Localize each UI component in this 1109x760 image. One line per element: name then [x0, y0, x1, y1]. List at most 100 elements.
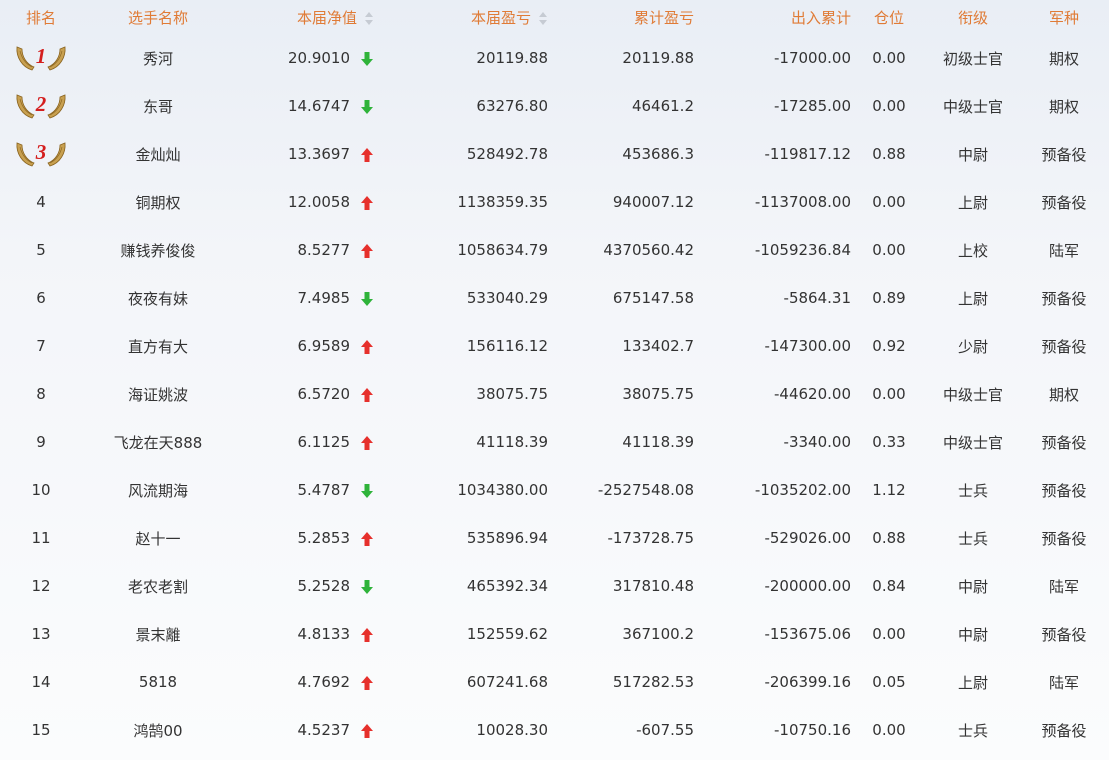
cell-player-name[interactable]: 飞龙在天888: [82, 418, 234, 466]
cell-flow: -1137008.00: [754, 193, 851, 211]
cell-flow: -17000.00: [774, 49, 851, 67]
col-header-nav-label: 本届净值: [296, 8, 357, 27]
cell-player-name[interactable]: 金灿灿: [82, 130, 234, 178]
cell-branch: 期权: [1048, 49, 1079, 68]
cell-nav: 4.5237: [234, 706, 374, 754]
cell-flow: -1059236.84: [754, 241, 851, 259]
nav-value: 5.4787: [297, 481, 351, 499]
cell-branch: 预备役: [1041, 481, 1087, 500]
cell-branch: 预备役: [1041, 145, 1087, 164]
table-row[interactable]: 10 风流期海 5.4787 1034380.00 -2527548.08 -103520…: [0, 466, 1109, 514]
cell-player-name[interactable]: 赚钱养俊俊: [82, 226, 234, 274]
cell-player-name[interactable]: 海证姚波: [82, 370, 234, 418]
cell-position: 0.05: [872, 673, 906, 691]
rank-number: 2: [35, 92, 47, 116]
medal-wings-icon: 3: [14, 139, 68, 169]
table-row[interactable]: 5 赚钱养俊俊 8.5277 1058634.79 4370560.42 -1059236…: [0, 226, 1109, 274]
nav-value: 20.9010: [287, 49, 350, 67]
cell-player-name[interactable]: 铜期权: [82, 178, 234, 226]
table-row[interactable]: 1 秀河 20.9010 20119.88 20119.88 -17000.00 0.00 初…: [0, 34, 1109, 82]
cell-rank: 5: [36, 241, 46, 259]
cell-profit: 535896.94: [466, 529, 548, 547]
table-row[interactable]: 13 景末離 4.8133 152559.62 367100.2 -153675.06 0.…: [0, 610, 1109, 658]
cell-player-name[interactable]: 东哥: [82, 82, 234, 130]
table-row[interactable]: 7 直方有大 6.9589 156116.12 133402.7 -147300.00 0.…: [0, 322, 1109, 370]
cell-player-name[interactable]: 秀河: [82, 34, 234, 82]
table-row[interactable]: 12 老农老割 5.2528 465392.34 317810.48 -200000.00…: [0, 562, 1109, 610]
cell-player-name[interactable]: 5818: [82, 658, 234, 706]
cell-nav: 5.2853: [234, 514, 374, 562]
table-row[interactable]: 3 金灿灿 13.3697 528492.78 453686.3 -119817.12 0.…: [0, 130, 1109, 178]
cell-player-name[interactable]: 夜夜有妹: [82, 274, 234, 322]
cell-nav: 7.4985: [234, 274, 374, 322]
cell-profit: 465392.34: [466, 577, 548, 595]
cell-cumulative: 20119.88: [622, 49, 694, 67]
arrow-up-icon: [360, 627, 374, 643]
cell-flow: -5864.31: [783, 289, 851, 307]
cell-cumulative: 38075.75: [622, 385, 694, 403]
cell-branch: 期权: [1048, 97, 1079, 116]
col-header-nav[interactable]: 本届净值: [234, 0, 374, 34]
cell-flow: -3340.00: [783, 433, 851, 451]
col-header-name: 选手名称: [127, 8, 188, 27]
sort-icon[interactable]: [539, 11, 548, 25]
cell-player-name[interactable]: 风流期海: [82, 466, 234, 514]
rank-number: 3: [35, 140, 47, 164]
cell-flow: -529026.00: [764, 529, 851, 547]
table-row[interactable]: 6 夜夜有妹 7.4985 533040.29 675147.58 -5864.31 0.8…: [0, 274, 1109, 322]
nav-value: 4.5237: [297, 721, 351, 739]
cell-position: 0.00: [872, 49, 906, 67]
cell-cumulative: -2527548.08: [597, 481, 694, 499]
cell-profit: 38075.75: [476, 385, 548, 403]
cell-cumulative: 940007.12: [612, 193, 694, 211]
cell-rank: 12: [31, 577, 51, 595]
nav-value: 6.1125: [297, 433, 351, 451]
cell-flow: -119817.12: [764, 145, 851, 163]
cell-flow: -153675.06: [764, 625, 851, 643]
cell-title: 上尉: [957, 193, 988, 212]
col-header-branch: 军种: [1048, 8, 1079, 27]
cell-title: 中尉: [957, 625, 988, 644]
cell-player-name[interactable]: 老农老割: [82, 562, 234, 610]
table-row[interactable]: 15 鸿鹄00 4.5237 10028.30 -607.55 -10750.16 0.00…: [0, 706, 1109, 754]
cell-rank: 11: [31, 529, 51, 547]
cell-nav: 6.5720: [234, 370, 374, 418]
nav-value: 14.6747: [287, 97, 350, 115]
cell-position: 0.00: [872, 625, 906, 643]
cell-flow: -206399.16: [764, 673, 851, 691]
table-row[interactable]: 8 海证姚波 6.5720 38075.75 38075.75 -44620.00 0.00…: [0, 370, 1109, 418]
header-row: 排名 选手名称 本届净值 本届盈亏 累计盈亏 出入累计 仓位 衔级 军种: [0, 0, 1109, 34]
cell-player-name[interactable]: 直方有大: [82, 322, 234, 370]
cell-position: 0.84: [872, 577, 906, 595]
cell-nav: 5.2528: [234, 562, 374, 610]
cell-rank: 10: [31, 481, 51, 499]
cell-cumulative: 4370560.42: [603, 241, 694, 259]
col-header-profit[interactable]: 本届盈亏: [374, 0, 548, 34]
arrow-up-icon: [360, 339, 374, 355]
cell-nav: 4.7692: [234, 658, 374, 706]
cell-player-name[interactable]: 鸿鹄00: [82, 706, 234, 754]
cell-position: 0.00: [872, 241, 906, 259]
table-row[interactable]: 11 赵十一 5.2853 535896.94 -173728.75 -529026.00…: [0, 514, 1109, 562]
sort-icon[interactable]: [365, 11, 374, 25]
cell-player-name[interactable]: 赵十一: [82, 514, 234, 562]
cell-profit: 152559.62: [466, 625, 548, 643]
cell-rank: 1: [0, 34, 82, 82]
table-row[interactable]: 14 5818 4.7692 607241.68 517282.53 -206399.16…: [0, 658, 1109, 706]
cell-branch: 陆军: [1048, 241, 1079, 260]
cell-title: 士兵: [957, 481, 988, 500]
arrow-up-icon: [360, 723, 374, 739]
table-row[interactable]: 4 铜期权 12.0058 1138359.35 940007.12 -1137008.0…: [0, 178, 1109, 226]
col-header-cumulative: 累计盈亏: [633, 8, 694, 27]
table-row[interactable]: 2 东哥 14.6747 63276.80 46461.2 -17285.00 0.00 中级…: [0, 82, 1109, 130]
nav-value: 4.8133: [297, 625, 351, 643]
cell-flow: -147300.00: [764, 337, 851, 355]
cell-rank: 7: [36, 337, 46, 355]
cell-player-name[interactable]: 景末離: [82, 610, 234, 658]
rank-number: 1: [35, 44, 47, 68]
cell-branch: 预备役: [1041, 193, 1087, 212]
cell-profit: 10028.30: [476, 721, 548, 739]
cell-position: 0.92: [872, 337, 906, 355]
table-row[interactable]: 9 飞龙在天888 6.1125 41118.39 41118.39 -3340.00 0.…: [0, 418, 1109, 466]
arrow-down-icon: [360, 291, 374, 307]
